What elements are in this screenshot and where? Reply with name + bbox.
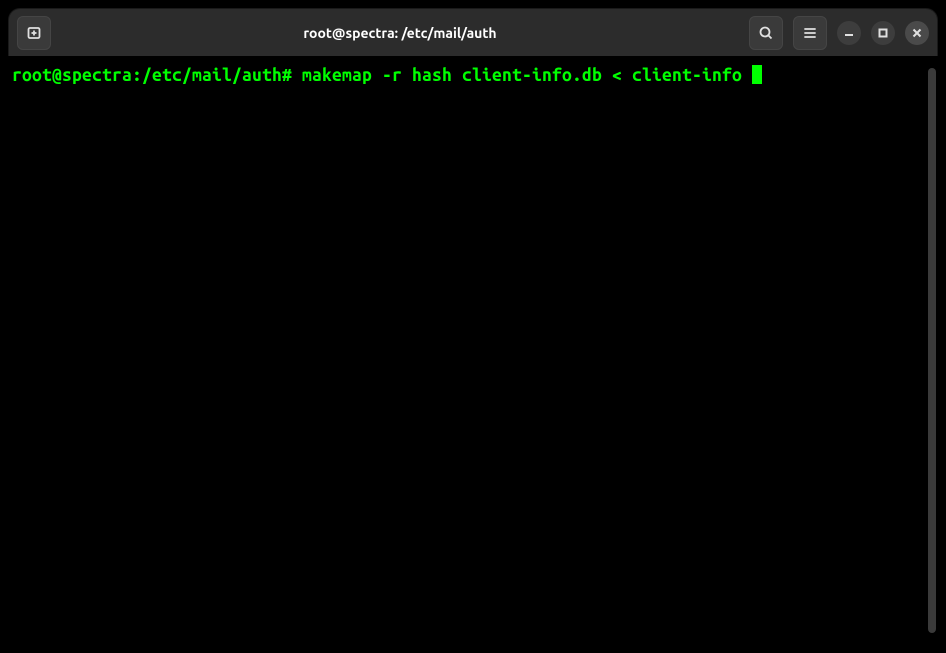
- close-icon: [912, 28, 922, 38]
- titlebar-left: [17, 16, 51, 50]
- search-button[interactable]: [749, 16, 783, 50]
- titlebar-right: [749, 16, 929, 50]
- titlebar: root@spectra: /etc/mail/auth: [8, 8, 938, 56]
- close-button[interactable]: [905, 21, 929, 45]
- maximize-icon: [878, 28, 888, 38]
- terminal-body[interactable]: root@spectra:/etc/mail/auth# makemap -r …: [8, 56, 938, 645]
- search-icon: [758, 25, 774, 41]
- window-title: root@spectra: /etc/mail/auth: [51, 25, 749, 41]
- scrollbar[interactable]: [928, 68, 936, 633]
- new-tab-button[interactable]: [17, 16, 51, 50]
- menu-button[interactable]: [793, 16, 827, 50]
- hamburger-icon: [802, 25, 818, 41]
- shell-prompt: root@spectra:/etc/mail/auth#: [12, 66, 292, 85]
- maximize-button[interactable]: [871, 21, 895, 45]
- cursor: [752, 65, 762, 84]
- terminal-window: root@spectra: /etc/mail/auth: [0, 0, 946, 653]
- minimize-button[interactable]: [837, 21, 861, 45]
- shell-command: makemap -r hash client-info.db < client-…: [302, 66, 742, 85]
- terminal-content[interactable]: root@spectra:/etc/mail/auth# makemap -r …: [12, 64, 922, 637]
- minimize-icon: [844, 28, 854, 38]
- new-tab-icon: [26, 25, 42, 41]
